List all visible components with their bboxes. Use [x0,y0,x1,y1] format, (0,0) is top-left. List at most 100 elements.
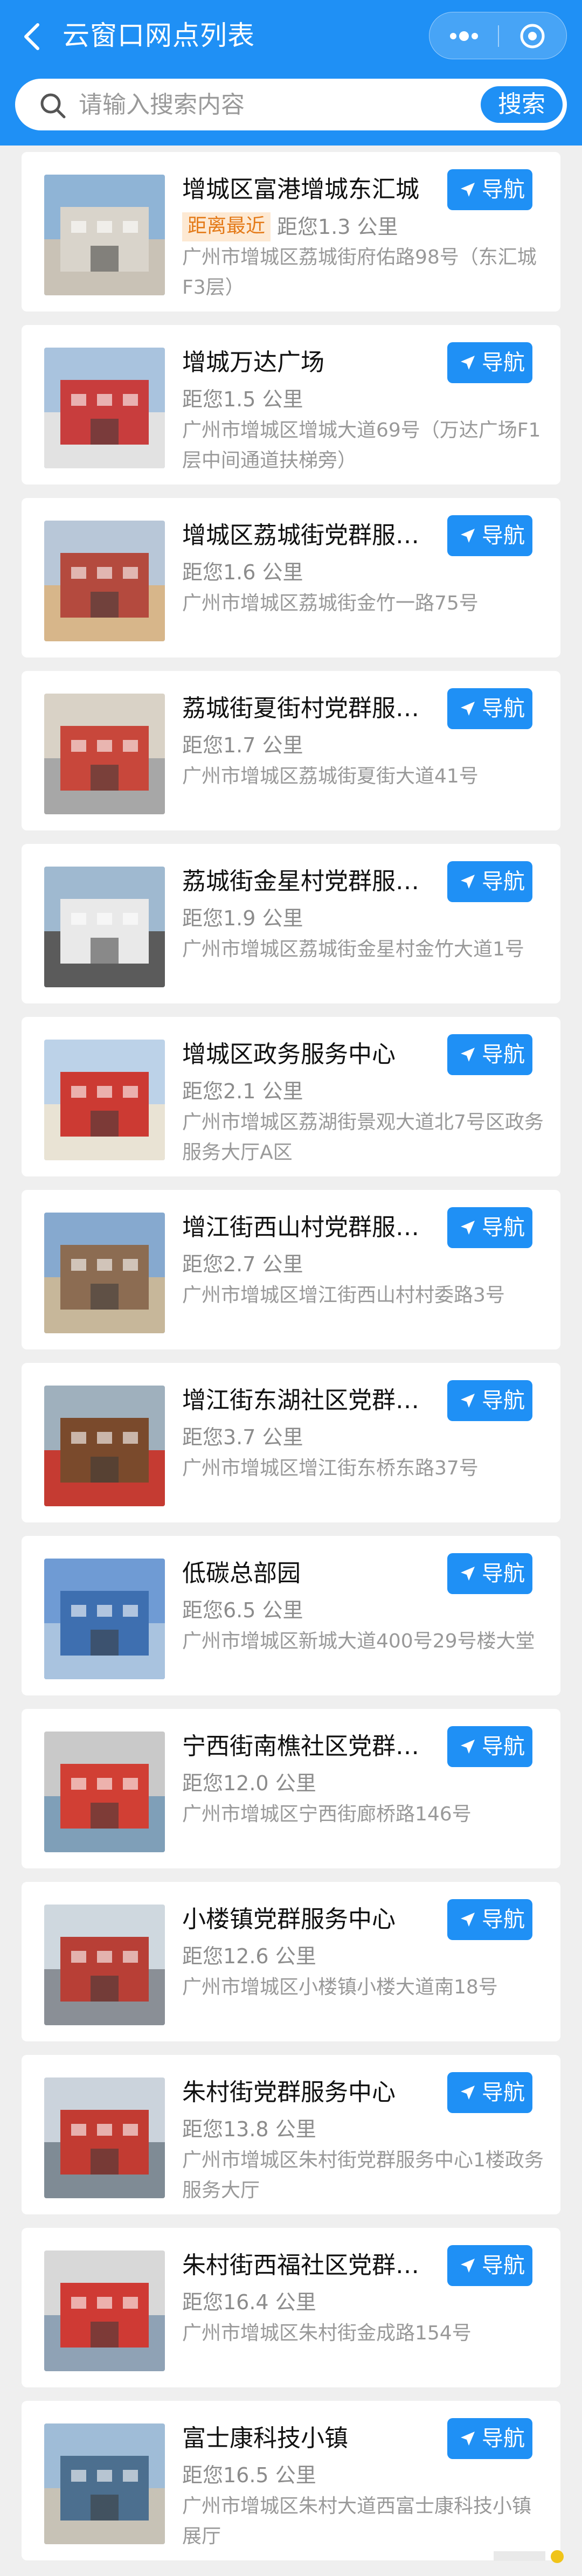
navigation-arrow-icon [461,1913,475,1927]
navigation-arrow-icon [461,529,475,543]
site-distance: 距您16.5 公里 [182,2463,316,2487]
site-card[interactable]: 朱村街西福社区党群… 导航 距您16.4 公里 广州市增城区朱村街金成路154号 [22,2228,560,2387]
site-card[interactable]: 增城区政务服务中心 导航距您2.1 公里广州市增城区荔湖街景观大道北7号区政务服务… [22,1017,560,1176]
site-name: 增城区荔城街党群服… [182,522,419,549]
navigate-button[interactable]: 导航 [447,2245,532,2286]
site-photo [44,1213,165,1333]
site-photo [44,2423,165,2544]
site-card[interactable]: 增城区富港增城东汇城 导航 距离最近 距您1.3 公里 广州市增城区荔城街府佑路98号（… [22,152,560,311]
navigate-button[interactable]: 导航 [447,2418,532,2459]
site-card[interactable]: 小楼镇党群服务中心 导航 距您12.6 公里 广州市增城区小楼镇小楼大道南18号 [22,1882,560,2041]
navigate-button[interactable]: 导航 [447,1034,532,1075]
site-name: 增城区政务服务中心 [182,1041,396,1068]
navigation-arrow-icon [461,702,475,716]
navigate-button[interactable]: 导航 [447,1553,532,1594]
distance-row: 距您2.1 公里 [182,1077,303,1107]
site-distance: 距您1.6 公里 [182,560,303,584]
site-distance: 距您3.7 公里 [182,1425,303,1449]
navigation-arrow-icon [461,1221,475,1235]
site-photo [44,521,165,641]
navigation-arrow-icon [461,2259,475,2273]
navigate-button[interactable]: 导航 [447,515,532,556]
site-distance: 距您12.0 公里 [182,1771,316,1795]
site-distance: 距您6.5 公里 [182,1598,303,1622]
distance-row: 距您1.6 公里 [182,558,303,588]
navigation-arrow-icon [461,1048,475,1062]
distance-row: 距您16.5 公里 [182,2461,316,2491]
site-name: 朱村街党群服务中心 [182,2079,396,2106]
site-photo [44,175,165,295]
site-card[interactable]: 低碳总部园 导航 距您6.5 公里 广州市增城区新城大道400号29号楼大堂 [22,1536,560,1695]
site-distance: 距您2.7 公里 [182,1252,303,1276]
navigate-button[interactable]: 导航 [447,861,532,902]
site-address: 广州市增城区朱村街党群服务中心1楼政务服务大厅 [182,2149,544,2201]
navigation-arrow-icon [461,1740,475,1754]
distance-row: 距您3.7 公里 [182,1423,303,1453]
site-card[interactable]: 增城区荔城街党群服… 导航 距您1.6 公里 广州市增城区荔城街金竹一路75号 [22,498,560,657]
site-name: 荔城街夏街村党群服… [182,695,419,722]
distance-row: 距离最近 距您1.3 公里 [182,212,398,243]
navigate-label: 导航 [482,1907,525,1932]
site-name: 朱村街西福社区党群… [182,2252,419,2279]
page-title: 云窗口网点列表 [63,20,255,51]
navigate-button[interactable]: 导航 [447,1899,532,1940]
navigate-label: 导航 [482,1388,525,1413]
target-close-icon [520,24,545,49]
site-address: 广州市增城区荔湖街景观大道北7号区政务服务大厅A区 [182,1111,544,1164]
site-name: 增江街东湖社区党群… [182,1387,419,1414]
site-card[interactable]: 增城万达广场 导航 距您1.5 公里 广州市增城区增城大道69号（万达广场F1层中间通… [22,325,560,484]
site-photo [44,694,165,814]
top-bar: 云窗口网点列表 搜索 [0,0,582,146]
site-photo [44,1559,165,1679]
navigate-button[interactable]: 导航 [447,1726,532,1767]
more-button[interactable] [429,12,498,60]
site-photo [44,1905,165,2025]
site-card[interactable]: 荔城街夏街村党群服… 导航 距您1.7 公里 广州市增城区荔城街夏街大道41号 [22,671,560,830]
navigate-label: 导航 [482,2080,525,2105]
navigate-button[interactable]: 导航 [447,169,532,210]
navigate-label: 导航 [482,2253,525,2278]
back-button[interactable] [19,19,45,54]
navigate-label: 导航 [482,1734,525,1759]
navigate-button[interactable]: 导航 [447,342,532,383]
site-name: 增江街西山村党群服… [182,1214,419,1241]
navigate-label: 导航 [482,350,525,375]
search-icon [40,93,66,119]
title-bar: 云窗口网点列表 [0,0,582,74]
site-photo [44,1732,165,1852]
navigate-label: 导航 [482,696,525,721]
site-card[interactable]: 富士康科技小镇 导航 距您16.5 公里 广州市增城区朱村大道西富士康科技小镇展厅 [22,2401,560,2560]
site-distance: 距您13.8 公里 [182,2117,316,2141]
site-card[interactable]: 增江街西山村党群服… 导航 距您2.7 公里 广州市增城区增江街西山村村委路3号 [22,1190,560,1349]
navigate-button[interactable]: 导航 [447,1380,532,1421]
navigation-arrow-icon [461,183,475,197]
site-distance: 距您12.6 公里 [182,1944,316,1968]
site-address: 广州市增城区朱村大道西富士康科技小镇展厅 [182,2495,532,2547]
distance-row: 距您2.7 公里 [182,1250,303,1280]
navigate-label: 导航 [482,1561,525,1586]
navigate-button[interactable]: 导航 [447,1207,532,1248]
site-address: 广州市增城区增江街东桥东路37号 [182,1457,479,1479]
site-address: 广州市增城区宁西街廊桥路146号 [182,1803,472,1825]
navigate-label: 导航 [482,869,525,894]
navigation-arrow-icon [461,875,475,889]
navigate-label: 导航 [482,1215,525,1240]
distance-row: 距您13.8 公里 [182,2115,316,2145]
navigate-label: 导航 [482,523,525,548]
navigate-button[interactable]: 导航 [447,2072,532,2113]
site-name: 荔城街金星村党群服… [182,868,419,895]
search-button[interactable]: 搜索 [481,86,563,123]
site-address: 广州市增城区小楼镇小楼大道南18号 [182,1976,498,1998]
site-card[interactable]: 荔城街金星村党群服… 导航 距您1.9 公里 广州市增城区荔城街金星村金竹大道1号 [22,844,560,1003]
navigation-arrow-icon [461,356,475,370]
site-card[interactable]: 朱村街党群服务中心 导航距您13.8 公里广州市增城区朱村街党群服务中心1楼政务服… [22,2055,560,2214]
close-button[interactable] [499,12,567,60]
site-name: 宁西街南樵社区党群… [182,1733,419,1760]
navigation-arrow-icon [461,2432,475,2446]
watermark-logo [494,2550,564,2563]
navigate-button[interactable]: 导航 [447,688,532,729]
site-card[interactable]: 宁西街南樵社区党群… 导航距您12.0 公里广州市增城区宁西街廊桥路146号 [22,1709,560,1868]
site-address: 广州市增城区荔城街夏街大道41号 [182,765,479,787]
site-card[interactable]: 增江街东湖社区党群… 导航距您3.7 公里广州市增城区增江街东桥东路37号 [22,1363,560,1522]
search-input[interactable] [79,86,467,123]
